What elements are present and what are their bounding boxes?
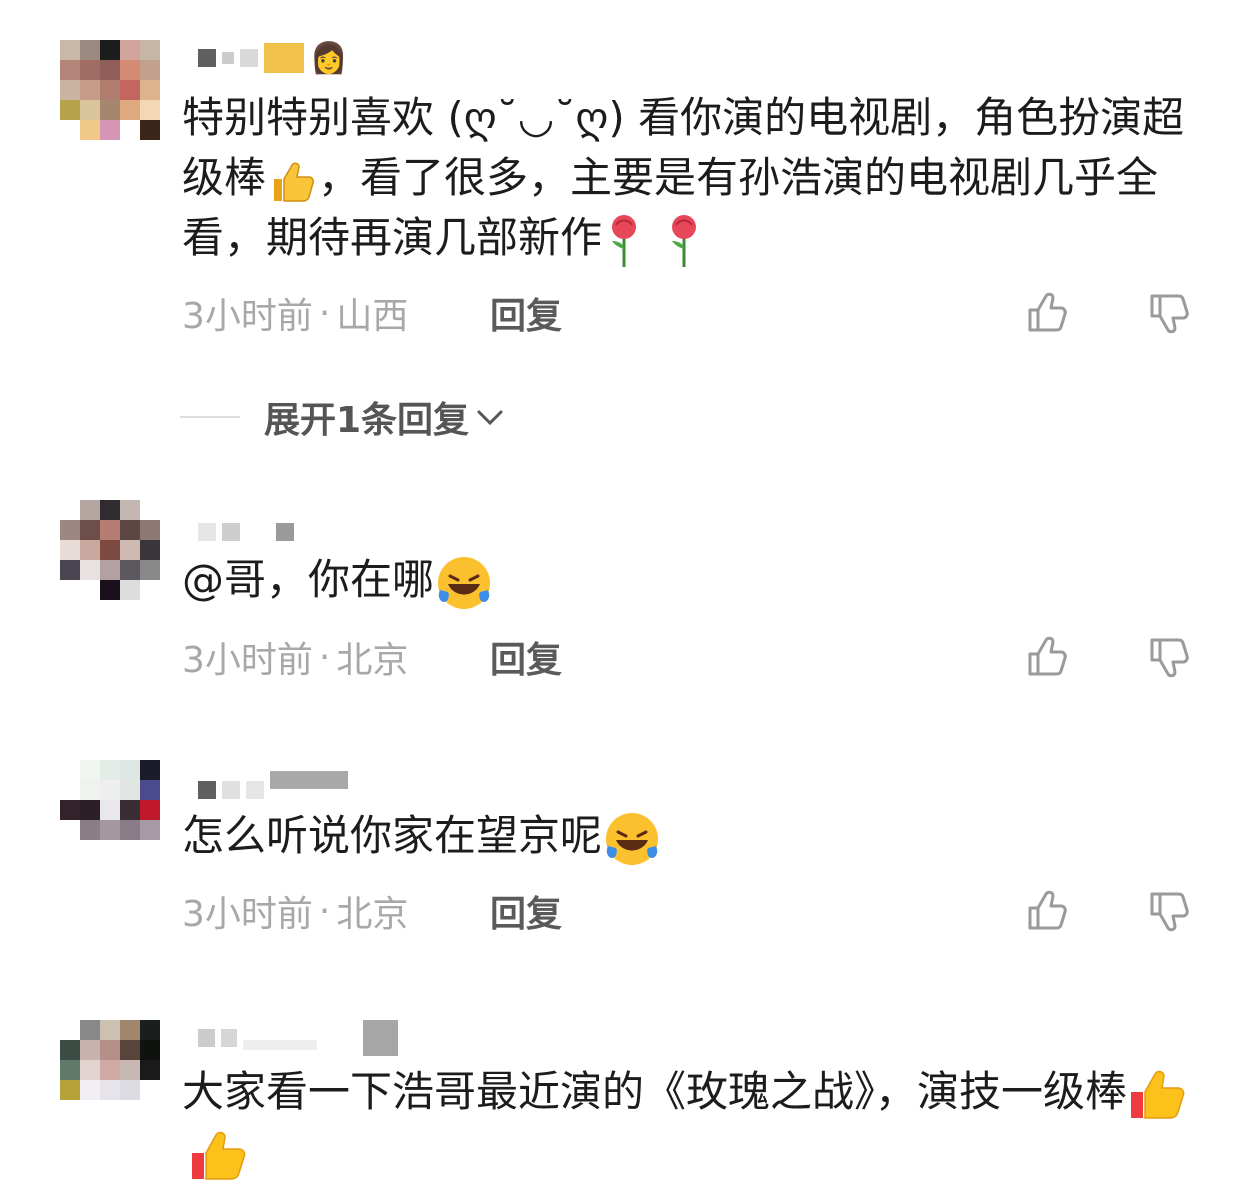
comment-text: 大家看一下浩哥最近演的《玫瑰之战》，演技一级棒 [182, 1062, 1202, 1185]
thumbs-down-outline-icon[interactable] [1146, 888, 1192, 934]
comment-meta: 3小时前 · 山西 [182, 288, 408, 338]
location: 北京 [336, 640, 409, 681]
location: 山西 [336, 296, 409, 337]
expand-replies-label: 展开1条回复 [264, 400, 470, 441]
username-redacted[interactable]: 👩 [198, 38, 398, 78]
timestamp: 3小时前 [182, 296, 313, 337]
thumbs-up-emoji [1131, 1070, 1185, 1119]
thumbs-up-outline-icon[interactable] [1024, 888, 1070, 934]
thumbs-up-emoji [274, 162, 315, 202]
meta-dot: · [318, 292, 331, 334]
comment-text: 特别特别喜欢 (ღ˘◡˘ღ) 看你演的电视剧，角色扮演超级棒 ，看了很多，主要是有… [182, 88, 1202, 269]
thumbs-down-outline-icon[interactable] [1146, 290, 1192, 336]
meta-dot: · [318, 636, 331, 678]
meta-dot: · [318, 890, 331, 932]
divider [180, 416, 240, 418]
location: 北京 [336, 894, 409, 935]
rose-emoji [612, 214, 637, 267]
comment-text: @哥，你在哪 [182, 550, 1202, 612]
thumbs-up-outline-icon[interactable] [1024, 290, 1070, 336]
thumbs-up-emoji [192, 1131, 246, 1180]
reply-button[interactable]: 回复 [490, 886, 562, 936]
comment-meta: 3小时前 · 北京 [182, 632, 408, 682]
person-emoji: 👩 [310, 40, 348, 76]
avatar[interactable] [60, 40, 160, 140]
rofl-emoji [606, 812, 659, 865]
username-redacted[interactable] [198, 760, 398, 800]
thumbs-down-outline-icon[interactable] [1146, 634, 1192, 680]
comment-text: 怎么听说你家在望京呢 [182, 806, 1202, 868]
comment-meta: 3小时前 · 北京 [182, 886, 408, 936]
chevron-down-icon [477, 410, 503, 426]
username-redacted[interactable] [198, 1018, 398, 1058]
avatar[interactable] [60, 760, 160, 860]
thumbs-up-outline-icon[interactable] [1024, 634, 1070, 680]
timestamp: 3小时前 [182, 640, 313, 681]
avatar[interactable] [60, 500, 160, 600]
timestamp: 3小时前 [182, 894, 313, 935]
reply-button[interactable]: 回复 [490, 632, 562, 682]
rofl-emoji [438, 556, 491, 609]
avatar[interactable] [60, 1020, 160, 1120]
username-redacted[interactable] [198, 512, 398, 552]
reply-button[interactable]: 回复 [490, 288, 562, 338]
expand-replies-button[interactable]: 展开1条回复 [180, 392, 507, 442]
rose-emoji [672, 214, 697, 267]
